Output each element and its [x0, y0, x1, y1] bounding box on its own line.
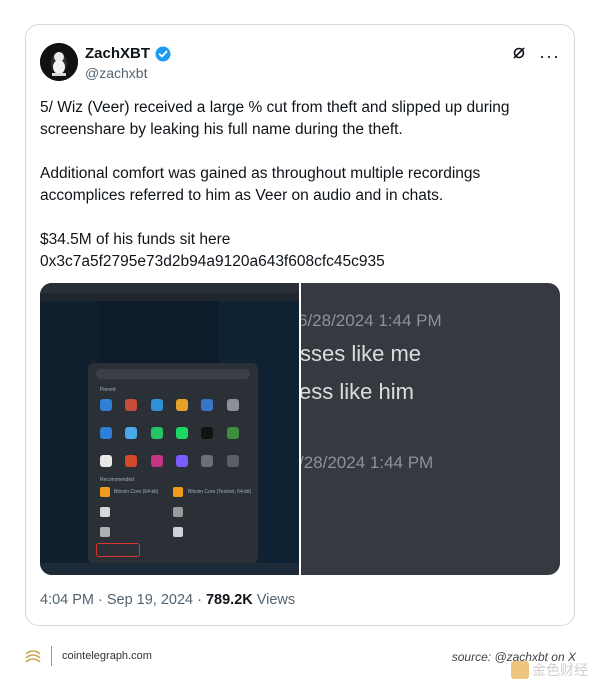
- rec-item-label: Bitcoin Core (Testnet, 64-bit): [188, 489, 252, 495]
- app-icon: [150, 399, 163, 411]
- verified-icon: [155, 46, 171, 62]
- source-prefix: source:: [451, 650, 492, 664]
- watermark-logo-icon: [511, 661, 529, 679]
- browser-url-bar: [40, 293, 299, 301]
- start-menu-user: [96, 543, 140, 557]
- rec-item-icon: [173, 507, 183, 517]
- windows-taskbar: [40, 563, 299, 575]
- app-icon: [100, 455, 112, 467]
- author-handle[interactable]: @zachxbt: [85, 65, 147, 81]
- app-icon: [125, 455, 138, 467]
- rec-item-icon: [100, 527, 110, 537]
- app-icon: [150, 427, 163, 439]
- app-icon: [226, 427, 239, 439]
- pinned-apps: [100, 399, 246, 467]
- browser-tabs: [40, 283, 299, 293]
- rec-item-icon: [173, 527, 183, 537]
- app-icon: [176, 455, 188, 467]
- rec-item-icon: [173, 487, 183, 497]
- rec-item-label: Bitcoin Core (64-bit): [114, 489, 159, 495]
- watermark: 金色财经: [511, 660, 588, 680]
- more-icon[interactable]: ···: [539, 47, 560, 65]
- tweet-paragraph-3: $34.5M of his funds sit here 0x3c7a5f279…: [40, 231, 385, 270]
- pinned-label: Pinned: [100, 387, 116, 393]
- app-icon: [125, 399, 138, 411]
- tweet-media[interactable]: Pinned Recommended Bitcoin Core (64-bit)…: [40, 283, 560, 575]
- tweet-paragraph-1: 5/ Wiz (Veer) received a large % cut fro…: [40, 99, 510, 138]
- views-count: 789.2K: [205, 592, 253, 608]
- app-icon: [226, 399, 239, 411]
- avatar[interactable]: [40, 43, 78, 81]
- recommended-label: Recommended: [100, 477, 134, 483]
- footer: cointelegraph.com source: @zachxbt on X …: [0, 640, 600, 690]
- tweet-paragraph-2: Additional comfort was gained as through…: [40, 165, 481, 204]
- rec-item-icon: [100, 487, 110, 497]
- grok-icon[interactable]: [511, 45, 527, 66]
- app-icon: [100, 399, 112, 411]
- tweet-card[interactable]: ZachXBT @zachxbt ··· 5/ Wiz (Veer) recei…: [25, 24, 575, 626]
- app-icon: [176, 399, 188, 411]
- chat-timestamp: /28/2024 1:44 PM: [301, 453, 434, 472]
- tweet-time[interactable]: 4:04 PM: [40, 592, 94, 608]
- start-menu: Pinned Recommended Bitcoin Core (64-bit)…: [88, 363, 258, 563]
- media-chat-zoom[interactable]: 6/28/2024 1:44 PM sses like me ess like …: [301, 283, 560, 575]
- chat-timestamp: 6/28/2024 1:44 PM: [301, 311, 442, 330]
- cointelegraph-logo-icon: [24, 648, 42, 666]
- app-icon: [150, 455, 163, 467]
- start-menu-search: [96, 369, 250, 379]
- views-label: Views: [256, 592, 296, 608]
- chat-message: ess like him: [301, 379, 414, 404]
- tweet-date[interactable]: Sep 19, 2024: [107, 592, 193, 608]
- meta-separator: ·: [98, 592, 103, 608]
- app-icon: [201, 427, 214, 439]
- tweet-text: 5/ Wiz (Veer) received a large % cut fro…: [40, 97, 540, 273]
- app-icon: [176, 427, 188, 439]
- author-name[interactable]: ZachXBT: [85, 45, 150, 62]
- app-icon: [125, 427, 138, 439]
- app-icon: [201, 455, 214, 467]
- rec-item-icon: [100, 507, 110, 517]
- app-icon: [226, 455, 239, 467]
- media-screenshot[interactable]: Pinned Recommended Bitcoin Core (64-bit)…: [40, 283, 299, 575]
- app-icon: [100, 427, 112, 439]
- meta-separator: ·: [197, 592, 202, 608]
- app-icon: [201, 399, 214, 411]
- chat-message: sses like me: [301, 341, 422, 366]
- tweet-meta: 4:04 PM · Sep 19, 2024 · 789.2K Views: [40, 592, 295, 608]
- publisher-name: cointelegraph.com: [62, 650, 152, 662]
- watermark-text: 金色财经: [532, 662, 588, 678]
